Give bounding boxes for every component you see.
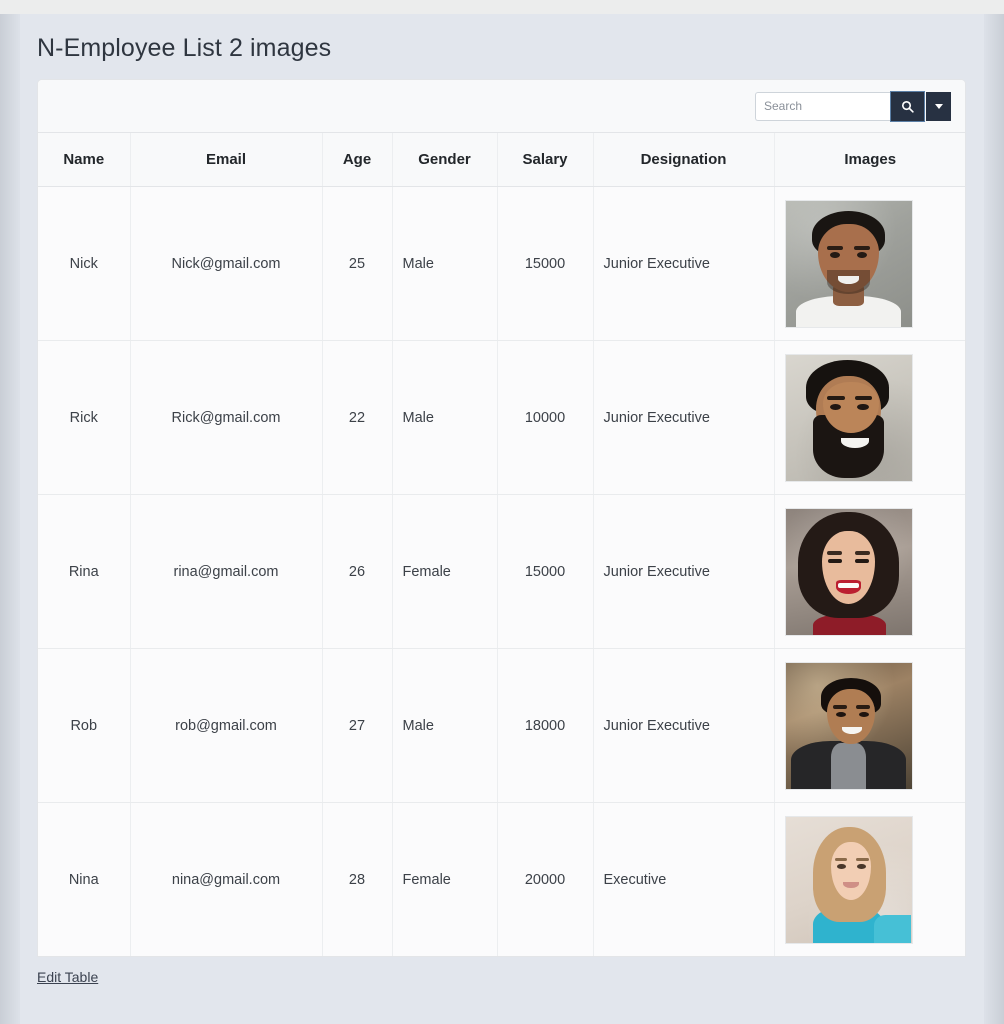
cell-age: 28 [322,803,392,957]
column-header-email[interactable]: Email [130,133,322,187]
column-header-gender[interactable]: Gender [392,133,497,187]
search-group [755,92,951,121]
table-row[interactable]: Rick Rick@gmail.com 22 Male 10000 Junior… [38,341,966,495]
chevron-down-icon [935,104,943,109]
cell-gender: Female [392,495,497,649]
cell-email: Rick@gmail.com [130,341,322,495]
cell-image [774,803,966,957]
page-right-edge [984,14,1004,1024]
cell-image [774,649,966,803]
cell-email: nina@gmail.com [130,803,322,957]
cell-gender: Male [392,187,497,341]
cell-email: rina@gmail.com [130,495,322,649]
table-row[interactable]: Nick Nick@gmail.com 25 Male 15000 Junior… [38,187,966,341]
cell-gender: Male [392,341,497,495]
cell-name: Rick [38,341,130,495]
page-left-edge [0,14,20,1024]
cell-age: 26 [322,495,392,649]
cell-designation: Junior Executive [593,649,774,803]
cell-name: Rina [38,495,130,649]
cell-salary: 20000 [497,803,593,957]
column-header-name[interactable]: Name [38,133,130,187]
column-header-designation[interactable]: Designation [593,133,774,187]
cell-name: Nick [38,187,130,341]
browser-top-strip [0,0,1004,14]
cell-designation: Executive [593,803,774,957]
cell-age: 22 [322,341,392,495]
cell-image [774,495,966,649]
cell-salary: 10000 [497,341,593,495]
table-header: Name Email Age Gender Salary Designation… [38,133,966,187]
employee-table: Name Email Age Gender Salary Designation… [38,133,966,956]
table-toolbar [38,80,965,133]
cell-gender: Male [392,649,497,803]
cell-email: rob@gmail.com [130,649,322,803]
cell-salary: 15000 [497,495,593,649]
cell-image [774,187,966,341]
page-frame: N-Employee List 2 images [0,14,1004,1024]
cell-image [774,341,966,495]
cell-designation: Junior Executive [593,495,774,649]
avatar [785,662,913,790]
cell-designation: Junior Executive [593,187,774,341]
cell-age: 27 [322,649,392,803]
avatar [785,200,913,328]
employee-table-card: Name Email Age Gender Salary Designation… [37,79,966,957]
cell-designation: Junior Executive [593,341,774,495]
search-input[interactable] [755,92,891,121]
table-body: Nick Nick@gmail.com 25 Male 15000 Junior… [38,187,966,957]
cell-name: Rob [38,649,130,803]
search-button[interactable] [891,92,924,121]
avatar [785,816,913,944]
column-header-images[interactable]: Images [774,133,966,187]
edit-table-link[interactable]: Edit Table [37,969,98,985]
table-row[interactable]: Rob rob@gmail.com 27 Male 18000 Junior E… [38,649,966,803]
table-header-row: Name Email Age Gender Salary Designation… [38,133,966,187]
search-dropdown-button[interactable] [926,92,951,121]
search-icon [901,100,914,113]
cell-email: Nick@gmail.com [130,187,322,341]
table-row[interactable]: Nina nina@gmail.com 28 Female 20000 Exec… [38,803,966,957]
column-header-age[interactable]: Age [322,133,392,187]
avatar [785,508,913,636]
cell-age: 25 [322,187,392,341]
cell-name: Nina [38,803,130,957]
page-title: N-Employee List 2 images [20,14,984,79]
cell-salary: 15000 [497,187,593,341]
table-row[interactable]: Rina rina@gmail.com 26 Female 15000 Juni… [38,495,966,649]
cell-salary: 18000 [497,649,593,803]
avatar [785,354,913,482]
column-header-salary[interactable]: Salary [497,133,593,187]
page-content: N-Employee List 2 images [20,14,984,1024]
cell-gender: Female [392,803,497,957]
